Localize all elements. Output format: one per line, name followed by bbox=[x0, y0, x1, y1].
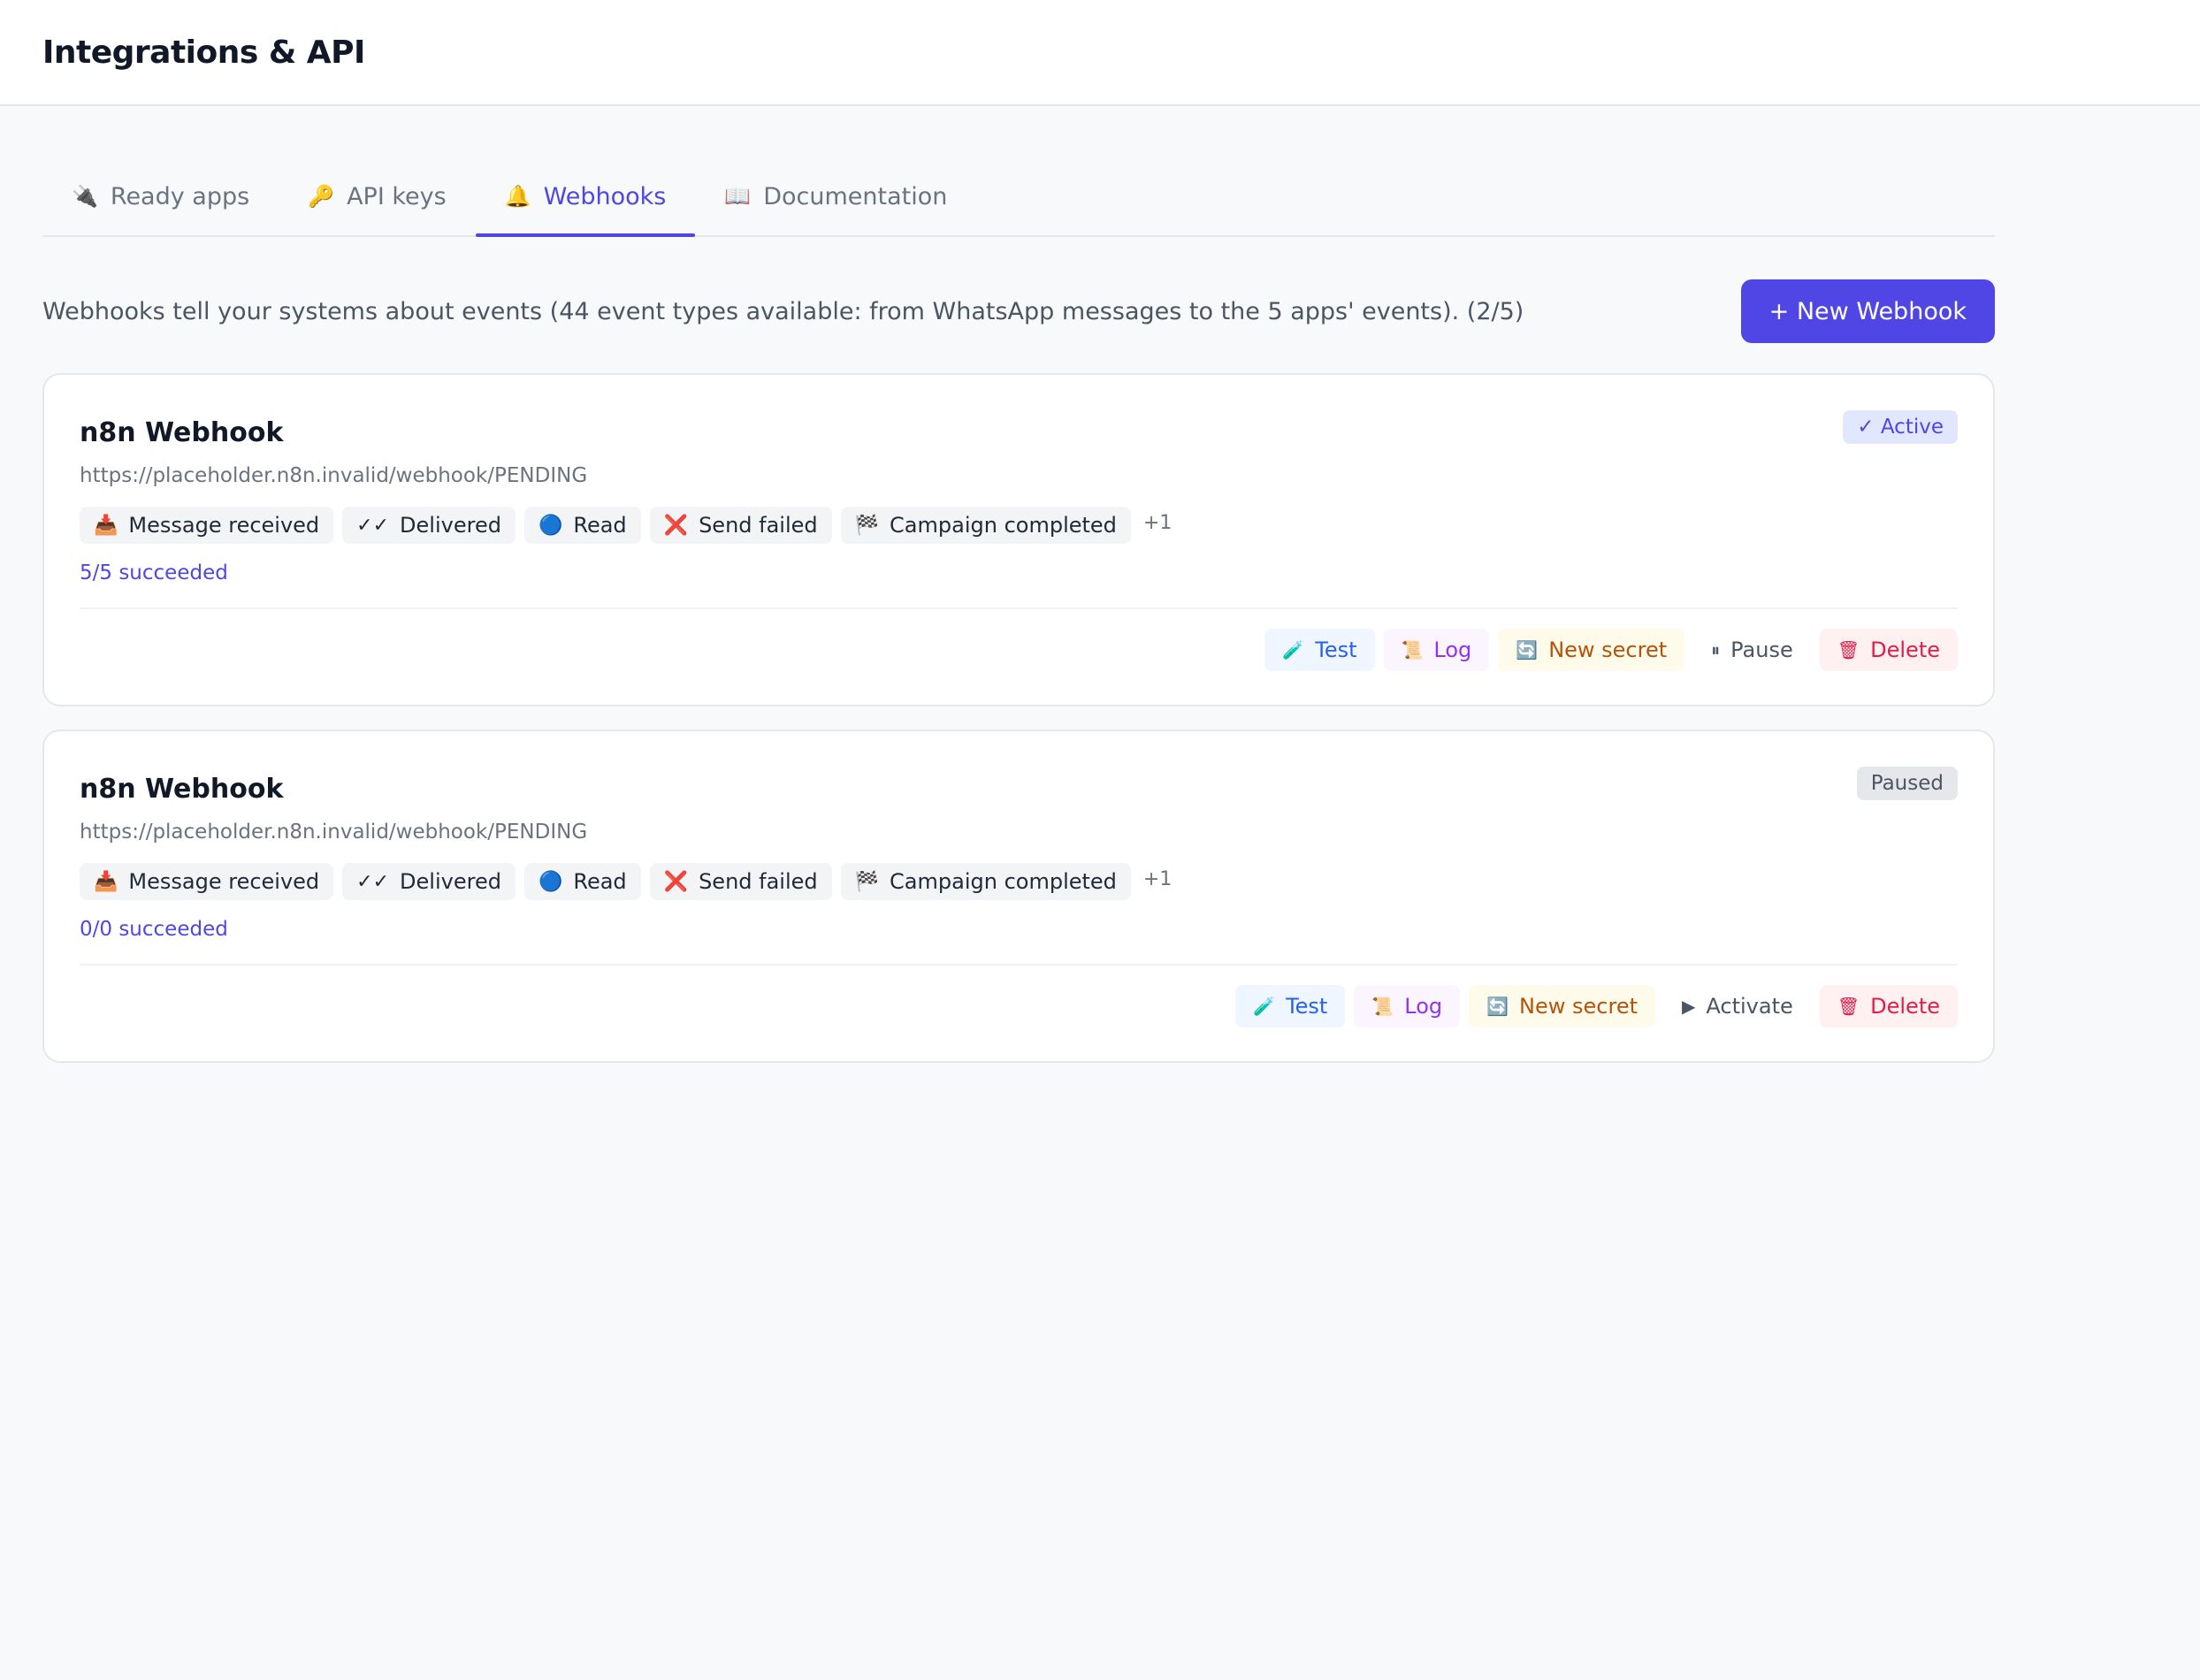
delete-label: Delete bbox=[1870, 638, 1940, 662]
trash-icon: 🗑 bbox=[1837, 996, 1860, 1017]
new-secret-label: New secret bbox=[1548, 638, 1668, 662]
event-chip: ✓✓ Delivered bbox=[342, 863, 516, 900]
bell-icon: 🔔 bbox=[504, 184, 531, 209]
event-chip: ❌ Send failed bbox=[649, 507, 832, 544]
double-check-icon: ✓✓ bbox=[356, 870, 390, 893]
webhooks-intro: Webhooks tell your systems about events … bbox=[42, 279, 1995, 343]
main-content: 🔌 Ready apps 🔑 API keys 🔔 Webhooks 📖 Doc… bbox=[0, 157, 2037, 1063]
test-label: Test bbox=[1315, 638, 1357, 662]
scroll-icon: 📜 bbox=[1371, 996, 1394, 1017]
more-events-count: +1 bbox=[1142, 867, 1173, 890]
key-icon: 🔑 bbox=[308, 184, 335, 209]
tab-label: Ready apps bbox=[110, 182, 250, 210]
tab-label: API keys bbox=[347, 182, 447, 210]
delete-label: Delete bbox=[1870, 994, 1940, 1019]
cross-icon: ❌ bbox=[663, 870, 689, 893]
webhook-actions: 🧪 Test 📜 Log 🔄 New secret ⏸ Pause 🗑 Dele… bbox=[80, 629, 1958, 671]
more-events-count: +1 bbox=[1142, 511, 1173, 534]
event-list: 📥 Message received ✓✓ Delivered 🔵 Read ❌… bbox=[80, 507, 1958, 544]
activate-label: Activate bbox=[1706, 994, 1793, 1019]
log-label: Log bbox=[1404, 994, 1443, 1019]
webhook-url: https://placeholder.n8n.invalid/webhook/… bbox=[80, 821, 588, 844]
book-icon: 📖 bbox=[724, 184, 752, 209]
scroll-icon: 📜 bbox=[1401, 639, 1424, 661]
webhook-card: n8n Webhook Paused https://placeholder.n… bbox=[42, 729, 1995, 1063]
event-label: Campaign completed bbox=[890, 869, 1117, 894]
webhook-actions: 🧪 Test 📜 Log 🔄 New secret ▶ Activate 🗑 D… bbox=[80, 985, 1958, 1027]
intro-text: Webhooks tell your systems about events … bbox=[42, 297, 1524, 325]
refresh-icon: 🔄 bbox=[1486, 996, 1509, 1017]
delete-button[interactable]: 🗑 Delete bbox=[1819, 985, 1958, 1027]
page-title: Integrations & API bbox=[42, 34, 365, 71]
webhook-card: n8n Webhook ✓ Active https://placeholder… bbox=[42, 373, 1995, 706]
webhook-url: https://placeholder.n8n.invalid/webhook/… bbox=[80, 464, 588, 487]
event-chip: 📥 Message received bbox=[80, 863, 334, 900]
play-icon: ▶ bbox=[1682, 996, 1696, 1017]
event-label: Delivered bbox=[400, 513, 501, 538]
delivery-stats: 0/0 succeeded bbox=[80, 918, 228, 941]
double-check-icon: ✓✓ bbox=[356, 514, 390, 537]
status-badge: ✓ Active bbox=[1843, 410, 1958, 444]
event-label: Send failed bbox=[699, 513, 818, 538]
event-label: Message received bbox=[128, 869, 320, 894]
top-bar: Integrations & API bbox=[0, 0, 2200, 106]
tab-webhooks[interactable]: 🔔 Webhooks bbox=[475, 157, 696, 237]
webhook-title: n8n Webhook bbox=[80, 774, 284, 805]
event-chip: 📥 Message received bbox=[80, 507, 334, 544]
event-label: Delivered bbox=[400, 869, 501, 894]
test-label: Test bbox=[1286, 994, 1328, 1019]
checkered-flag-icon: 🏁 bbox=[854, 870, 880, 893]
new-secret-label: New secret bbox=[1519, 994, 1638, 1019]
event-label: Campaign completed bbox=[890, 513, 1117, 538]
new-secret-button[interactable]: 🔄 New secret bbox=[1498, 629, 1685, 671]
tab-bar: 🔌 Ready apps 🔑 API keys 🔔 Webhooks 📖 Doc… bbox=[42, 157, 1995, 237]
event-label: Read bbox=[573, 513, 627, 538]
event-chip: 🔵 Read bbox=[523, 507, 641, 544]
refresh-icon: 🔄 bbox=[1516, 639, 1539, 661]
pause-icon: ⏸ bbox=[1711, 639, 1721, 661]
status-badge: Paused bbox=[1856, 767, 1958, 800]
divider bbox=[80, 607, 1958, 609]
tab-label: Webhooks bbox=[543, 182, 667, 210]
trash-icon: 🗑 bbox=[1837, 639, 1860, 661]
delivery-stats: 5/5 succeeded bbox=[80, 561, 228, 584]
webhook-title: n8n Webhook bbox=[80, 417, 284, 448]
delete-button[interactable]: 🗑 Delete bbox=[1819, 629, 1958, 671]
test-tube-icon: 🧪 bbox=[1253, 996, 1276, 1017]
event-chip: ❌ Send failed bbox=[649, 863, 832, 900]
blue-circle-icon: 🔵 bbox=[538, 870, 563, 893]
plug-icon: 🔌 bbox=[72, 184, 98, 209]
log-button[interactable]: 📜 Log bbox=[1354, 985, 1461, 1027]
tab-ready-apps[interactable]: 🔌 Ready apps bbox=[42, 157, 279, 235]
new-webhook-button[interactable]: + New Webhook bbox=[1740, 279, 1995, 343]
event-list: 📥 Message received ✓✓ Delivered 🔵 Read ❌… bbox=[80, 863, 1958, 900]
pause-button[interactable]: ⏸ Pause bbox=[1693, 629, 1811, 671]
new-secret-button[interactable]: 🔄 New secret bbox=[1469, 985, 1655, 1027]
event-label: Read bbox=[573, 869, 627, 894]
activate-button[interactable]: ▶ Activate bbox=[1664, 985, 1811, 1027]
event-chip: 🔵 Read bbox=[523, 863, 641, 900]
checkered-flag-icon: 🏁 bbox=[854, 514, 880, 537]
event-chip: 🏁 Campaign completed bbox=[840, 863, 1131, 900]
blue-circle-icon: 🔵 bbox=[538, 514, 563, 537]
divider bbox=[80, 964, 1958, 966]
event-chip: ✓✓ Delivered bbox=[342, 507, 516, 544]
tab-label: Documentation bbox=[763, 182, 948, 210]
pause-label: Pause bbox=[1730, 638, 1793, 662]
test-button[interactable]: 🧪 Test bbox=[1235, 985, 1346, 1027]
inbox-icon: 📥 bbox=[94, 870, 118, 893]
inbox-icon: 📥 bbox=[94, 514, 118, 537]
tab-api-keys[interactable]: 🔑 API keys bbox=[279, 157, 476, 235]
log-label: Log bbox=[1433, 638, 1472, 662]
test-button[interactable]: 🧪 Test bbox=[1264, 629, 1375, 671]
test-tube-icon: 🧪 bbox=[1282, 639, 1305, 661]
event-label: Message received bbox=[128, 513, 320, 538]
event-chip: 🏁 Campaign completed bbox=[840, 507, 1131, 544]
log-button[interactable]: 📜 Log bbox=[1383, 629, 1490, 671]
tab-documentation[interactable]: 📖 Documentation bbox=[695, 157, 976, 235]
cross-icon: ❌ bbox=[663, 514, 689, 537]
event-label: Send failed bbox=[699, 869, 818, 894]
